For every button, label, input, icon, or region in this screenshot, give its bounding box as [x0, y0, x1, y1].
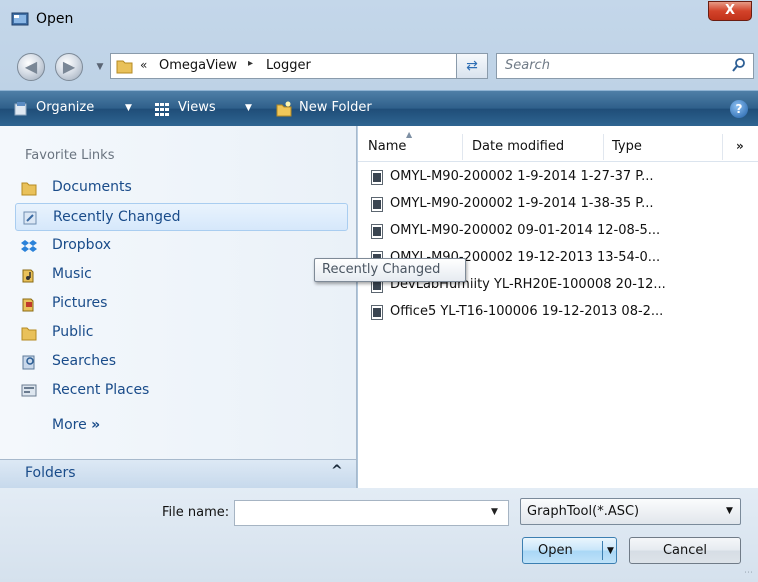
- dropbox-icon: [21, 240, 37, 252]
- tooltip: Recently Changed: [314, 258, 466, 282]
- column-divider[interactable]: [462, 134, 463, 160]
- column-divider[interactable]: [722, 134, 723, 160]
- file-name: OMYL-M90-200002 1-9-2014 1-38-35 P...: [390, 196, 654, 211]
- open-split-divider: [602, 541, 603, 560]
- column-header-row: ▲ Name Date modified Type »: [358, 126, 758, 162]
- folder-icon: [116, 60, 133, 74]
- open-dialog-window: Open X ◀ ▶ ▼ « OmegaView ▸ Logger ▼ ⇄ Se…: [0, 0, 758, 582]
- pictures-icon: [22, 298, 34, 312]
- column-header-name[interactable]: Name: [368, 139, 406, 154]
- sidebar-item-label: Public: [52, 324, 94, 340]
- file-row[interactable]: OMYL-M90-200002 1-9-2014 1-38-35 P...: [368, 193, 753, 217]
- dialog-title: Open: [36, 11, 74, 27]
- dialog-app-icon: [11, 12, 29, 26]
- navigation-pane: Favorite Links Documents Recently Change…: [0, 126, 357, 459]
- breadcrumb-overflow[interactable]: «: [140, 58, 147, 72]
- column-divider[interactable]: [603, 134, 604, 160]
- file-name-input[interactable]: ▼: [234, 500, 509, 526]
- file-type-value: GraphTool(*.ASC): [527, 504, 640, 519]
- sidebar-item-label: Music: [52, 266, 92, 282]
- sidebar-item-label: Pictures: [52, 295, 108, 311]
- back-arrow-icon: ◀: [24, 57, 38, 76]
- search-icon[interactable]: [731, 57, 747, 73]
- recently-changed-icon: [23, 211, 37, 225]
- sidebar-item-pictures[interactable]: Pictures: [15, 290, 348, 318]
- help-icon[interactable]: ?: [730, 100, 748, 118]
- sidebar-item-recently-changed[interactable]: Recently Changed: [15, 203, 348, 231]
- sidebar-item-public[interactable]: Public: [15, 319, 348, 347]
- search-input[interactable]: Search: [505, 58, 550, 73]
- recent-places-icon: [21, 384, 37, 397]
- file-row[interactable]: OMYL-M90-200002 1-9-2014 1-27-37 P...: [368, 166, 753, 190]
- folders-toggle[interactable]: Folders ^: [0, 459, 357, 488]
- dialog-footer: File name: ▼ GraphTool(*.ASC) ▼ Open ▼ C…: [0, 488, 758, 582]
- new-folder-button[interactable]: New Folder: [299, 100, 372, 115]
- sidebar-item-label: Recently Changed: [53, 209, 181, 225]
- title-bar[interactable]: Open X: [0, 0, 758, 44]
- file-row[interactable]: Office5 YL-T16-100006 19-12-2013 08-2...: [368, 301, 753, 325]
- back-button[interactable]: ◀: [17, 53, 45, 81]
- file-icon: [371, 305, 383, 320]
- sidebar-item-recent-places[interactable]: Recent Places: [15, 377, 348, 405]
- new-folder-icon: [276, 101, 292, 117]
- refresh-button[interactable]: ⇄: [456, 53, 488, 79]
- file-name: Office5 YL-T16-100006 19-12-2013 08-2...: [390, 304, 664, 319]
- file-name: OMYL-M90-200002 09-01-2014 12-08-5...: [390, 223, 661, 238]
- music-icon: [22, 269, 34, 283]
- sort-ascending-icon: ▲: [406, 130, 413, 139]
- open-button[interactable]: Open ▼: [522, 537, 617, 564]
- breadcrumb-logger[interactable]: Logger: [266, 58, 311, 73]
- more-arrow-icon: »: [91, 417, 101, 433]
- public-folder-icon: [21, 327, 37, 341]
- folders-label: Folders: [25, 465, 76, 481]
- views-icon: [155, 103, 169, 116]
- breadcrumb-separator-icon[interactable]: ▸: [248, 58, 253, 69]
- cancel-button[interactable]: Cancel: [629, 537, 741, 564]
- organize-menu[interactable]: Organize: [36, 100, 94, 115]
- command-toolbar: Organize ▼ Views ▼ New Folder ?: [0, 90, 758, 126]
- forward-button[interactable]: ▶: [55, 53, 83, 81]
- file-name-label: File name:: [162, 505, 230, 520]
- more-links-button[interactable]: More »: [52, 417, 100, 433]
- favorite-links-heading: Favorite Links: [25, 148, 115, 163]
- refresh-icon: ⇄: [466, 58, 478, 74]
- column-header-date-modified[interactable]: Date modified: [472, 139, 564, 154]
- file-type-select[interactable]: GraphTool(*.ASC) ▼: [520, 498, 741, 525]
- organize-icon: [14, 102, 27, 116]
- sidebar-item-label: Recent Places: [52, 382, 150, 398]
- sidebar-item-label: Dropbox: [52, 237, 111, 253]
- chevron-up-icon[interactable]: ^: [331, 463, 343, 479]
- more-label: More: [52, 417, 87, 433]
- sidebar-item-documents[interactable]: Documents: [15, 174, 348, 202]
- sidebar-item-label: Searches: [52, 353, 117, 369]
- more-columns-icon[interactable]: »: [736, 139, 744, 153]
- sidebar-item-dropbox[interactable]: Dropbox: [15, 232, 348, 260]
- searches-icon: [22, 355, 35, 370]
- sidebar-item-music[interactable]: Music: [15, 261, 348, 289]
- file-icon: [371, 197, 383, 212]
- column-header-type[interactable]: Type: [612, 139, 642, 154]
- file-name: OMYL-M90-200002 1-9-2014 1-27-37 P...: [390, 169, 654, 184]
- search-box[interactable]: Search: [496, 53, 754, 79]
- file-name-dropdown-icon[interactable]: ▼: [491, 507, 498, 517]
- file-row[interactable]: OMYL-M90-200002 09-01-2014 12-08-5...: [368, 220, 753, 244]
- sidebar-item-searches[interactable]: Searches: [15, 348, 348, 376]
- file-icon: [371, 170, 383, 185]
- file-icon: [371, 224, 383, 239]
- organize-dropdown-icon[interactable]: ▼: [125, 103, 132, 113]
- open-label: Open: [538, 543, 573, 558]
- open-dropdown-icon[interactable]: ▼: [607, 539, 614, 564]
- views-menu[interactable]: Views: [178, 100, 216, 115]
- recent-pages-dropdown[interactable]: ▼: [93, 60, 107, 74]
- forward-arrow-icon: ▶: [62, 57, 76, 76]
- close-button[interactable]: X: [708, 1, 752, 21]
- file-type-dropdown-icon[interactable]: ▼: [726, 506, 733, 516]
- documents-folder-icon: [21, 182, 37, 196]
- file-list-pane: ▲ Name Date modified Type » OMYL-M90-200…: [358, 126, 758, 488]
- address-bar[interactable]: « OmegaView ▸ Logger ▼: [110, 53, 488, 79]
- resize-grip-icon[interactable]: ⋯: [744, 568, 753, 578]
- sidebar-item-label: Documents: [52, 179, 132, 195]
- breadcrumb-omegaview[interactable]: OmegaView: [159, 58, 237, 73]
- views-dropdown-icon[interactable]: ▼: [245, 103, 252, 113]
